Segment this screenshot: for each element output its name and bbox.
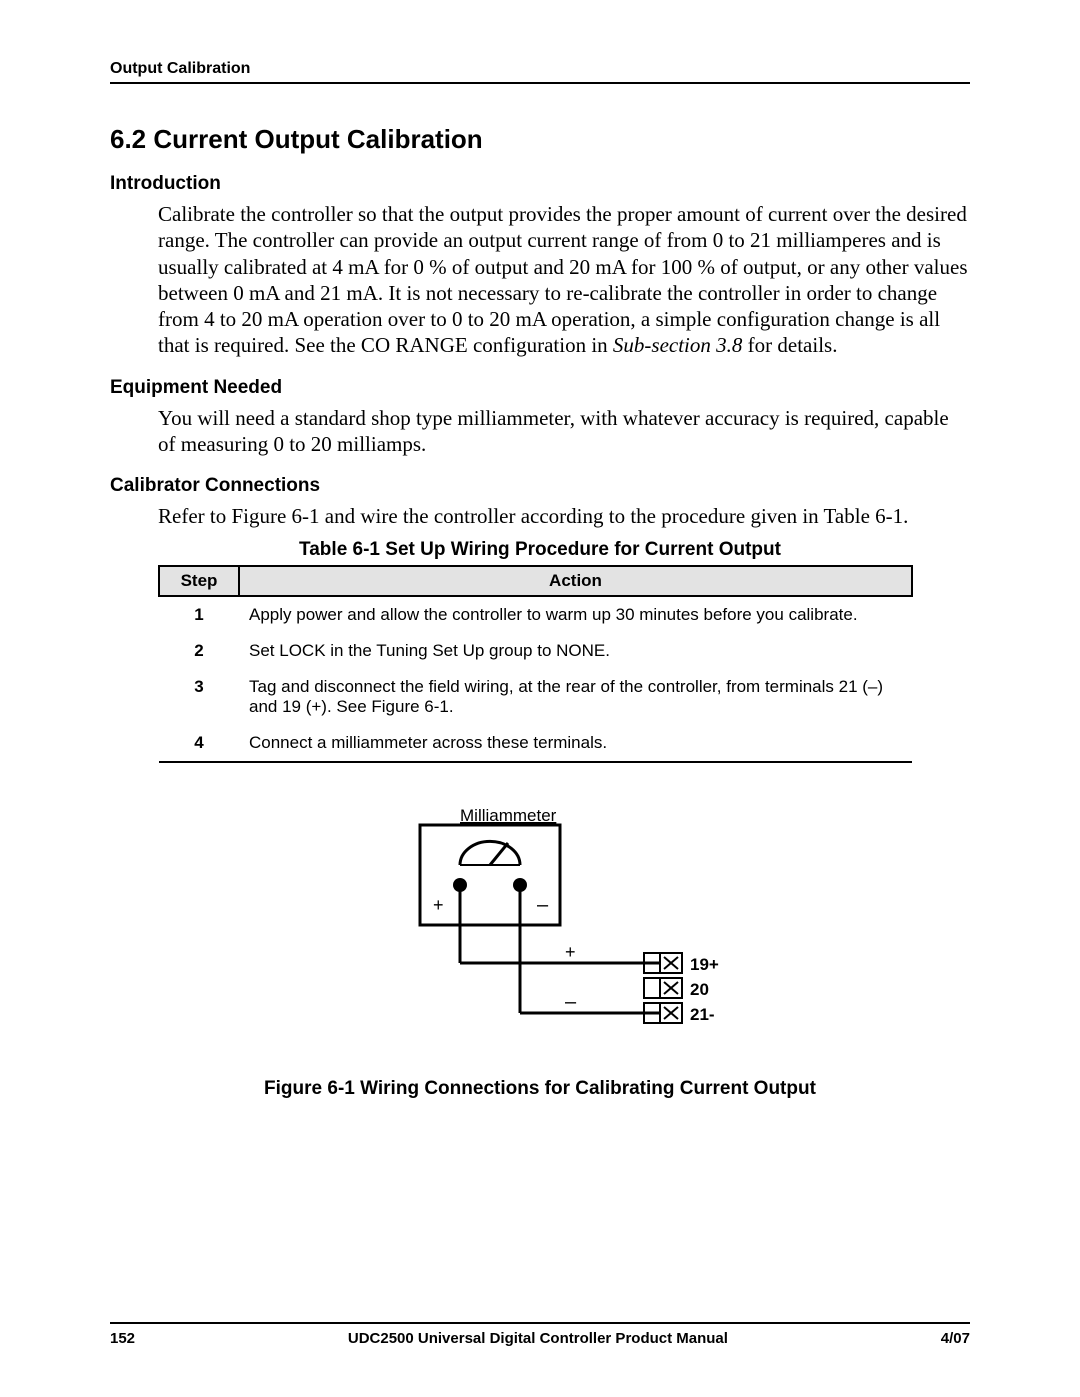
step-num: 3 <box>159 669 239 725</box>
equip-body: You will need a standard shop type milli… <box>158 405 970 458</box>
col-action: Action <box>239 566 912 596</box>
figure-caption: Figure 6-1 Wiring Connections for Calibr… <box>110 1078 970 1100</box>
procedure-table: Step Action 1 Apply power and allow the … <box>158 565 913 763</box>
col-step: Step <box>159 566 239 596</box>
table-row: 4 Connect a milliammeter across these te… <box>159 725 912 762</box>
page: Output Calibration 6.2 Current Output Ca… <box>0 0 1080 1397</box>
intro-head: Introduction <box>110 173 970 195</box>
step-action: Connect a milliammeter across these term… <box>239 725 912 762</box>
page-number: 152 <box>110 1330 135 1347</box>
section-title: 6.2 Current Output Calibration <box>110 124 970 155</box>
step-num: 4 <box>159 725 239 762</box>
meter-minus: – <box>537 894 549 916</box>
term-20: 20 <box>690 980 709 999</box>
running-header: Output Calibration <box>110 60 970 78</box>
table-row: 3 Tag and disconnect the field wiring, a… <box>159 669 912 725</box>
intro-body-b: for details. <box>742 333 837 357</box>
intro-body-a: Calibrate the controller so that the out… <box>158 202 968 357</box>
step-action: Tag and disconnect the field wiring, at … <box>239 669 912 725</box>
term-21: 21- <box>690 1005 715 1024</box>
figure-wrap: Milliammeter + – + – <box>110 803 970 1100</box>
step-num: 1 <box>159 596 239 633</box>
header-rule <box>110 82 970 84</box>
step-action: Set LOCK in the Tuning Set Up group to N… <box>239 633 912 669</box>
intro-body: Calibrate the controller so that the out… <box>158 201 970 359</box>
footer: 152 UDC2500 Universal Digital Controller… <box>110 1322 970 1347</box>
milli-label: Milliammeter <box>460 806 557 825</box>
conn-body: Refer to Figure 6-1 and wire the control… <box>158 503 970 529</box>
manual-date: 4/07 <box>941 1330 970 1347</box>
manual-title: UDC2500 Universal Digital Controller Pro… <box>348 1330 728 1347</box>
wire-minus: – <box>565 991 577 1013</box>
meter-plus: + <box>433 895 444 915</box>
term-19: 19+ <box>690 955 719 974</box>
step-num: 2 <box>159 633 239 669</box>
step-action: Apply power and allow the controller to … <box>239 596 912 633</box>
conn-head: Calibrator Connections <box>110 475 970 497</box>
wire-plus: + <box>565 942 576 962</box>
intro-ref: Sub-section 3.8 <box>613 333 742 357</box>
equip-head: Equipment Needed <box>110 377 970 399</box>
table-row: 1 Apply power and allow the controller t… <box>159 596 912 633</box>
footer-rule <box>110 1322 970 1324</box>
table-row: 2 Set LOCK in the Tuning Set Up group to… <box>159 633 912 669</box>
table-caption: Table 6-1 Set Up Wiring Procedure for Cu… <box>110 539 970 561</box>
table-header-row: Step Action <box>159 566 912 596</box>
wiring-diagram: Milliammeter + – + – <box>330 803 750 1063</box>
